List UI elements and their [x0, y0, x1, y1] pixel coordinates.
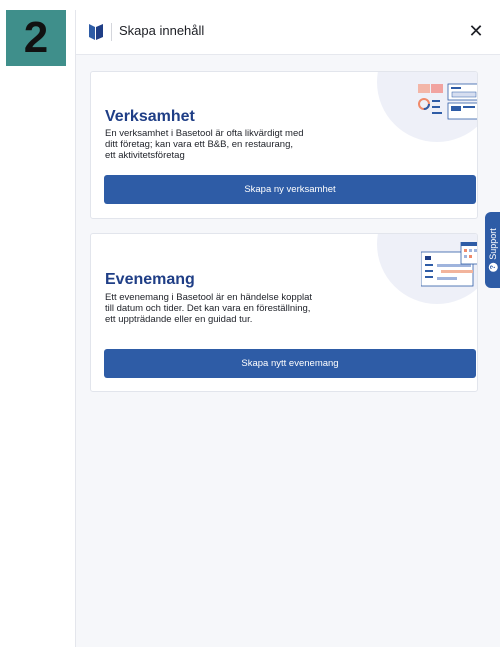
panel-title: Skapa innehåll [119, 23, 205, 38]
header-divider [111, 23, 112, 41]
evenemang-card: Evenemang Ett evenemang i Basetool är en… [90, 233, 478, 392]
verksamhet-illustration-icon [418, 83, 477, 120]
help-icon: ? [488, 262, 497, 272]
support-label: Support [487, 228, 498, 260]
basetool-logo-icon [89, 24, 103, 40]
panel-header: Skapa innehåll ✕ [76, 10, 500, 55]
create-event-button[interactable]: Skapa nytt evenemang [104, 349, 476, 378]
step-number-badge: 2 [6, 10, 66, 66]
evenemang-title: Evenemang [105, 271, 195, 288]
evenemang-description: Ett evenemang i Basetool är en händelse … [105, 292, 313, 325]
evenemang-illustration-icon [421, 242, 477, 287]
verksamhet-title: Verksamhet [105, 108, 195, 125]
verksamhet-description: En verksamhet i Basetool är ofta likvärd… [105, 128, 304, 161]
create-content-panel: Skapa innehåll ✕ Verksamhet En verksamhe… [75, 10, 500, 647]
close-icon[interactable]: ✕ [465, 20, 487, 42]
verksamhet-card: Verksamhet En verksamhet i Basetool är o… [90, 71, 478, 219]
support-tab[interactable]: ? Support [485, 212, 500, 288]
create-business-button[interactable]: Skapa ny verksamhet [104, 175, 476, 204]
